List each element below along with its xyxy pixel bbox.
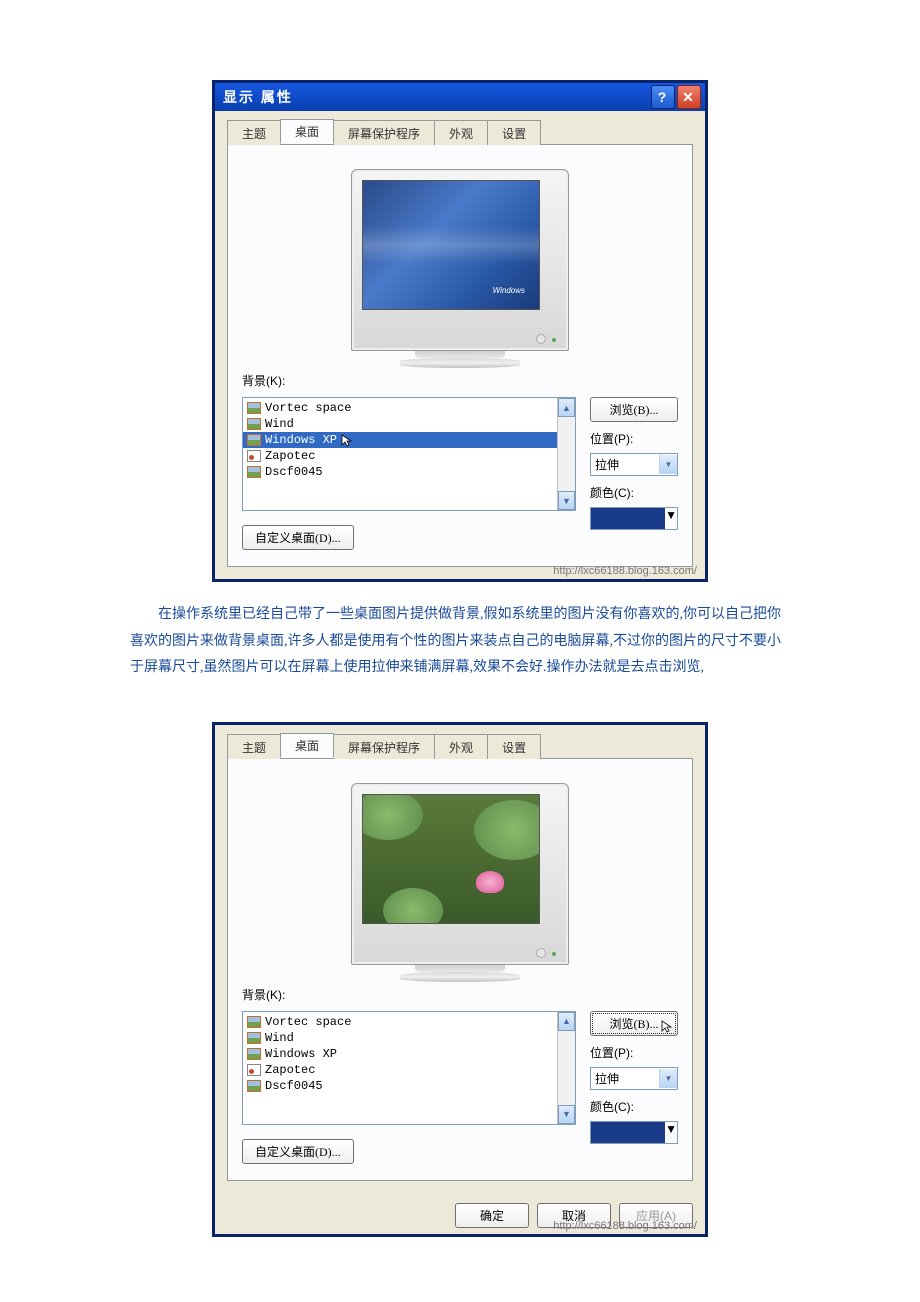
scroll-down-button[interactable]: ▼: [558, 1105, 575, 1124]
chevron-down-icon: ▼: [659, 455, 677, 474]
color-label: 颜色(C):: [590, 484, 678, 501]
cursor-icon: [661, 1020, 671, 1032]
tab-settings[interactable]: 设置: [487, 734, 541, 759]
tab-strip: 主题 桌面 屏幕保护程序 外观 设置: [227, 119, 693, 145]
scrollbar[interactable]: ▲ ▼: [557, 398, 575, 510]
watermark: http://lxc66188.blog.163.com/: [553, 565, 697, 577]
tab-appearance[interactable]: 外观: [434, 734, 488, 759]
list-item[interactable]: Vortec space: [243, 400, 575, 416]
list-item[interactable]: Windows XP: [243, 1046, 575, 1062]
tab-desktop[interactable]: 桌面: [280, 119, 334, 144]
list-item[interactable]: Wind: [243, 416, 575, 432]
chevron-down-icon: ▼: [659, 1069, 677, 1088]
tab-screensaver[interactable]: 屏幕保护程序: [333, 120, 435, 145]
browse-button[interactable]: 浏览(B)...: [590, 1011, 678, 1036]
position-select[interactable]: 拉伸▼: [590, 453, 678, 476]
watermark: http://lxc66188.blog.163.com/: [553, 1220, 697, 1232]
background-listbox[interactable]: Vortec space Wind Windows XP Zapotec Dsc…: [242, 1011, 576, 1125]
display-properties-dialog-1: 显示 属性 ? ✕ 主题 桌面 屏幕保护程序 外观 设置 Windows 背景(: [212, 80, 708, 582]
color-picker[interactable]: ▼: [590, 507, 678, 530]
list-item[interactable]: Wind: [243, 1030, 575, 1046]
tab-strip: 主题 桌面 屏幕保护程序 外观 设置: [227, 733, 693, 759]
chevron-down-icon: ▼: [665, 1122, 677, 1143]
preview-monitor: Windows: [242, 159, 678, 368]
tab-theme[interactable]: 主题: [227, 120, 281, 145]
scrollbar[interactable]: ▲ ▼: [557, 1012, 575, 1124]
background-listbox[interactable]: Vortec space Wind Windows XP Zapotec Dsc…: [242, 397, 576, 511]
scroll-down-button[interactable]: ▼: [558, 491, 575, 510]
list-item[interactable]: Dscf0045: [243, 1078, 575, 1094]
tab-desktop[interactable]: 桌面: [280, 733, 334, 758]
list-item[interactable]: Dscf0045: [243, 464, 575, 480]
tab-screensaver[interactable]: 屏幕保护程序: [333, 734, 435, 759]
list-item[interactable]: Zapotec: [243, 448, 575, 464]
color-picker[interactable]: ▼: [590, 1121, 678, 1144]
list-item[interactable]: Vortec space: [243, 1014, 575, 1030]
display-properties-dialog-2: 主题 桌面 屏幕保护程序 外观 设置 背景(K):: [212, 722, 708, 1237]
preview-monitor: [242, 773, 678, 982]
window-title: 显示 属性: [223, 87, 293, 107]
list-item-selected[interactable]: Windows XP: [243, 432, 575, 448]
position-label: 位置(P):: [590, 430, 678, 447]
windows-logo-icon: Windows: [493, 286, 525, 295]
customize-desktop-button[interactable]: 自定义桌面(D)...: [242, 1139, 354, 1164]
position-select[interactable]: 拉伸▼: [590, 1067, 678, 1090]
position-label: 位置(P):: [590, 1044, 678, 1061]
scroll-up-button[interactable]: ▲: [558, 1012, 575, 1031]
scroll-up-button[interactable]: ▲: [558, 398, 575, 417]
color-label: 颜色(C):: [590, 1098, 678, 1115]
customize-desktop-button[interactable]: 自定义桌面(D)...: [242, 525, 354, 550]
titlebar[interactable]: 显示 属性 ? ✕: [215, 83, 705, 111]
browse-button[interactable]: 浏览(B)...: [590, 397, 678, 422]
background-label: 背景(K):: [242, 372, 678, 389]
body-paragraph: 在操作系统里已经自己带了一些桌面图片提供做背景,假如系统里的图片没有你喜欢的,你…: [130, 602, 790, 682]
close-button[interactable]: ✕: [677, 85, 701, 109]
tab-appearance[interactable]: 外观: [434, 120, 488, 145]
tab-theme[interactable]: 主题: [227, 734, 281, 759]
cursor-icon: [341, 434, 351, 446]
list-item[interactable]: Zapotec: [243, 1062, 575, 1078]
background-label: 背景(K):: [242, 986, 678, 1003]
tab-settings[interactable]: 设置: [487, 120, 541, 145]
chevron-down-icon: ▼: [665, 508, 677, 529]
help-button[interactable]: ?: [651, 85, 675, 109]
lotus-flower-icon: [476, 871, 504, 893]
ok-button[interactable]: 确定: [455, 1203, 529, 1228]
